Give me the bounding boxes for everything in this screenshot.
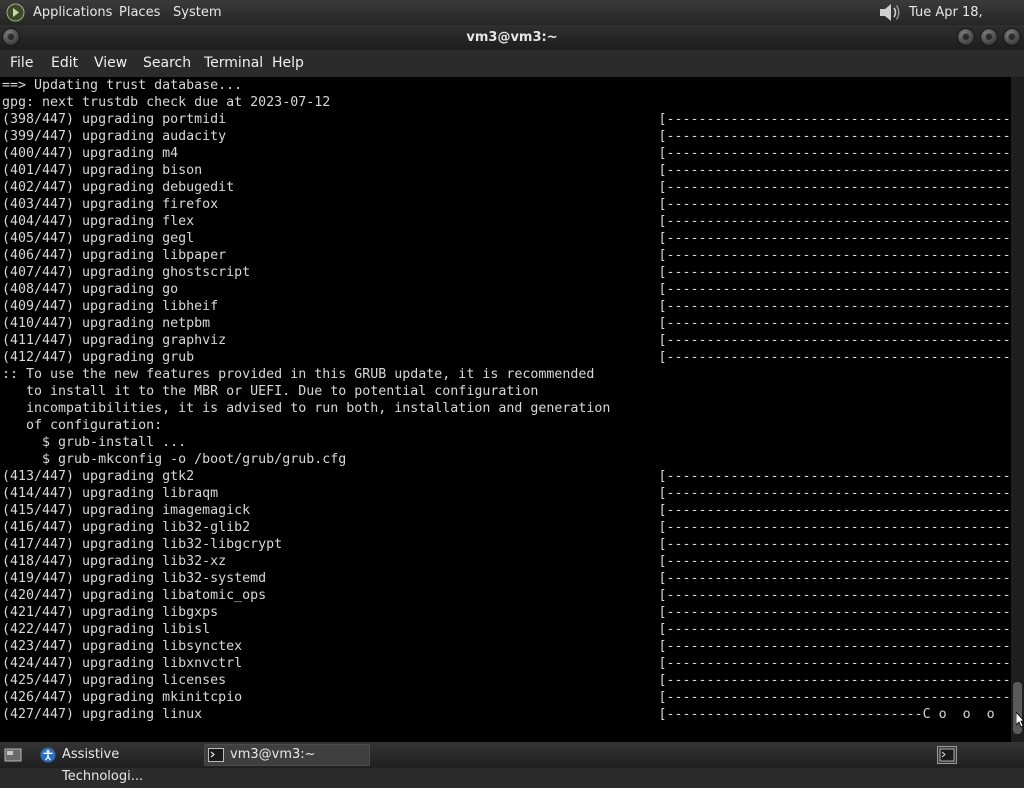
menu-terminal[interactable]: Terminal (204, 50, 263, 77)
terminal-line: (415/447) upgrading imagemagick [-------… (2, 503, 1011, 518)
terminal-line: (413/447) upgrading gtk2 [--------------… (2, 469, 1011, 484)
top-panel: Applications Places System Tue Apr 18, 0… (0, 0, 1024, 45)
terminal-output[interactable]: ==> Updating trust database... gpg: next … (0, 77, 1011, 742)
terminal-line: (427/447) upgrading linux [-------------… (2, 707, 1011, 722)
terminal-text: ==> Updating trust database... gpg: next … (0, 77, 1011, 723)
terminal-line: (403/447) upgrading firefox [-----------… (2, 197, 1011, 212)
terminal-line: (422/447) upgrading libisl [------------… (2, 622, 1011, 637)
menu-system[interactable]: System (173, 0, 221, 25)
menu-help[interactable]: Help (272, 50, 304, 77)
terminal-line: (399/447) upgrading audacity [----------… (2, 129, 1011, 144)
task-terminal[interactable]: vm3@vm3:~ (204, 744, 370, 766)
terminal-line: to install it to the MBR or UEFI. Due to… (2, 384, 539, 399)
terminal-line: ==> Updating trust database... (2, 78, 243, 93)
terminal-line: (408/447) upgrading go [----------------… (2, 282, 1011, 297)
terminal-line: :: To use the new features provided in t… (2, 367, 595, 382)
terminal-line: (416/447) upgrading lib32-glib2 [-------… (2, 520, 1011, 535)
terminal-line: (400/447) upgrading m4 [----------------… (2, 146, 1011, 161)
terminal-line: $ grub-install ... (2, 435, 187, 450)
app-logo-icon[interactable] (6, 3, 25, 22)
menu-applications[interactable]: Applications (33, 0, 112, 25)
terminal-line: (409/447) upgrading libheif [-----------… (2, 299, 1011, 314)
menu-places[interactable]: Places (119, 0, 160, 25)
window-title: vm3@vm3:~ (466, 30, 558, 45)
terminal-line: $ grub-mkconfig -o /boot/grub/grub.cfg (2, 452, 347, 467)
terminal-line: (412/447) upgrading grub [--------------… (2, 350, 1011, 365)
terminal-line: of configuration: (2, 418, 163, 433)
show-desktop-icon[interactable] (4, 747, 22, 763)
terminal-icon (208, 748, 224, 762)
maximize-icon[interactable] (981, 29, 997, 45)
terminal-line: (402/447) upgrading debugedit [---------… (2, 180, 1011, 195)
terminal-line: (411/447) upgrading graphviz [----------… (2, 333, 1011, 348)
terminal-line: incompatibilities, it is advised to run … (2, 401, 611, 416)
bottom-taskbar: Assistive Technologi... vm3@vm3:~ (0, 742, 1024, 784)
minimize-icon[interactable] (958, 29, 974, 45)
menu-edit[interactable]: Edit (51, 50, 78, 77)
terminal-line: (404/447) upgrading flex [--------------… (2, 214, 1011, 229)
mouse-pointer-icon (1016, 712, 1024, 728)
terminal-line: (417/447) upgrading lib32-libgcrypt [---… (2, 537, 1011, 552)
task-label: Assistive Technologi... (62, 747, 144, 784)
menubar: File Edit View Search Terminal Help (0, 50, 1024, 77)
speaker-icon[interactable] (877, 2, 901, 23)
terminal-line: (421/447) upgrading libgxps [-----------… (2, 605, 1011, 620)
terminal-scrollbar[interactable] (1011, 77, 1024, 742)
terminal-line: (407/447) upgrading ghostscript [-------… (2, 265, 1011, 280)
clock[interactable]: Tue Apr 18, 07:37 (909, 0, 1024, 45)
terminal-line: (401/447) upgrading bison [-------------… (2, 163, 1011, 178)
accessibility-icon (40, 747, 56, 763)
menu-search[interactable]: Search (143, 50, 191, 77)
terminal-line: (414/447) upgrading libraqm [-----------… (2, 486, 1011, 501)
terminal-line: (419/447) upgrading lib32-systemd [-----… (2, 571, 1011, 586)
task-label: vm3@vm3:~ (230, 747, 316, 762)
window-titlebar[interactable]: vm3@vm3:~ (0, 25, 1024, 50)
task-assistive-technologies[interactable]: Assistive Technologi... (36, 744, 202, 784)
terminal-line: (424/447) upgrading libxnvctrl [--------… (2, 656, 1011, 671)
terminal-line: (426/447) upgrading mkinitcpio [--------… (2, 690, 1011, 705)
terminal-line: (405/447) upgrading gegl [--------------… (2, 231, 1011, 246)
terminal-line: (425/447) upgrading licenses [----------… (2, 673, 1011, 688)
terminal-line: (423/447) upgrading libsynctex [--------… (2, 639, 1011, 654)
close-icon[interactable] (1004, 29, 1020, 45)
terminal-line: (410/447) upgrading netpbm [------------… (2, 316, 1011, 331)
terminal-line: (420/447) upgrading libatomic_ops [-----… (2, 588, 1011, 603)
menu-view[interactable]: View (94, 50, 127, 77)
terminal-line: gpg: next trustdb check due at 2023-07-1… (2, 95, 331, 110)
menu-file[interactable]: File (10, 50, 33, 77)
terminal-line: (418/447) upgrading lib32-xz [----------… (2, 554, 1011, 569)
workspace-switcher-icon[interactable] (937, 746, 957, 764)
terminal-line: (398/447) upgrading portmidi [----------… (2, 112, 1011, 127)
terminal-line: (406/447) upgrading libpaper [----------… (2, 248, 1011, 263)
